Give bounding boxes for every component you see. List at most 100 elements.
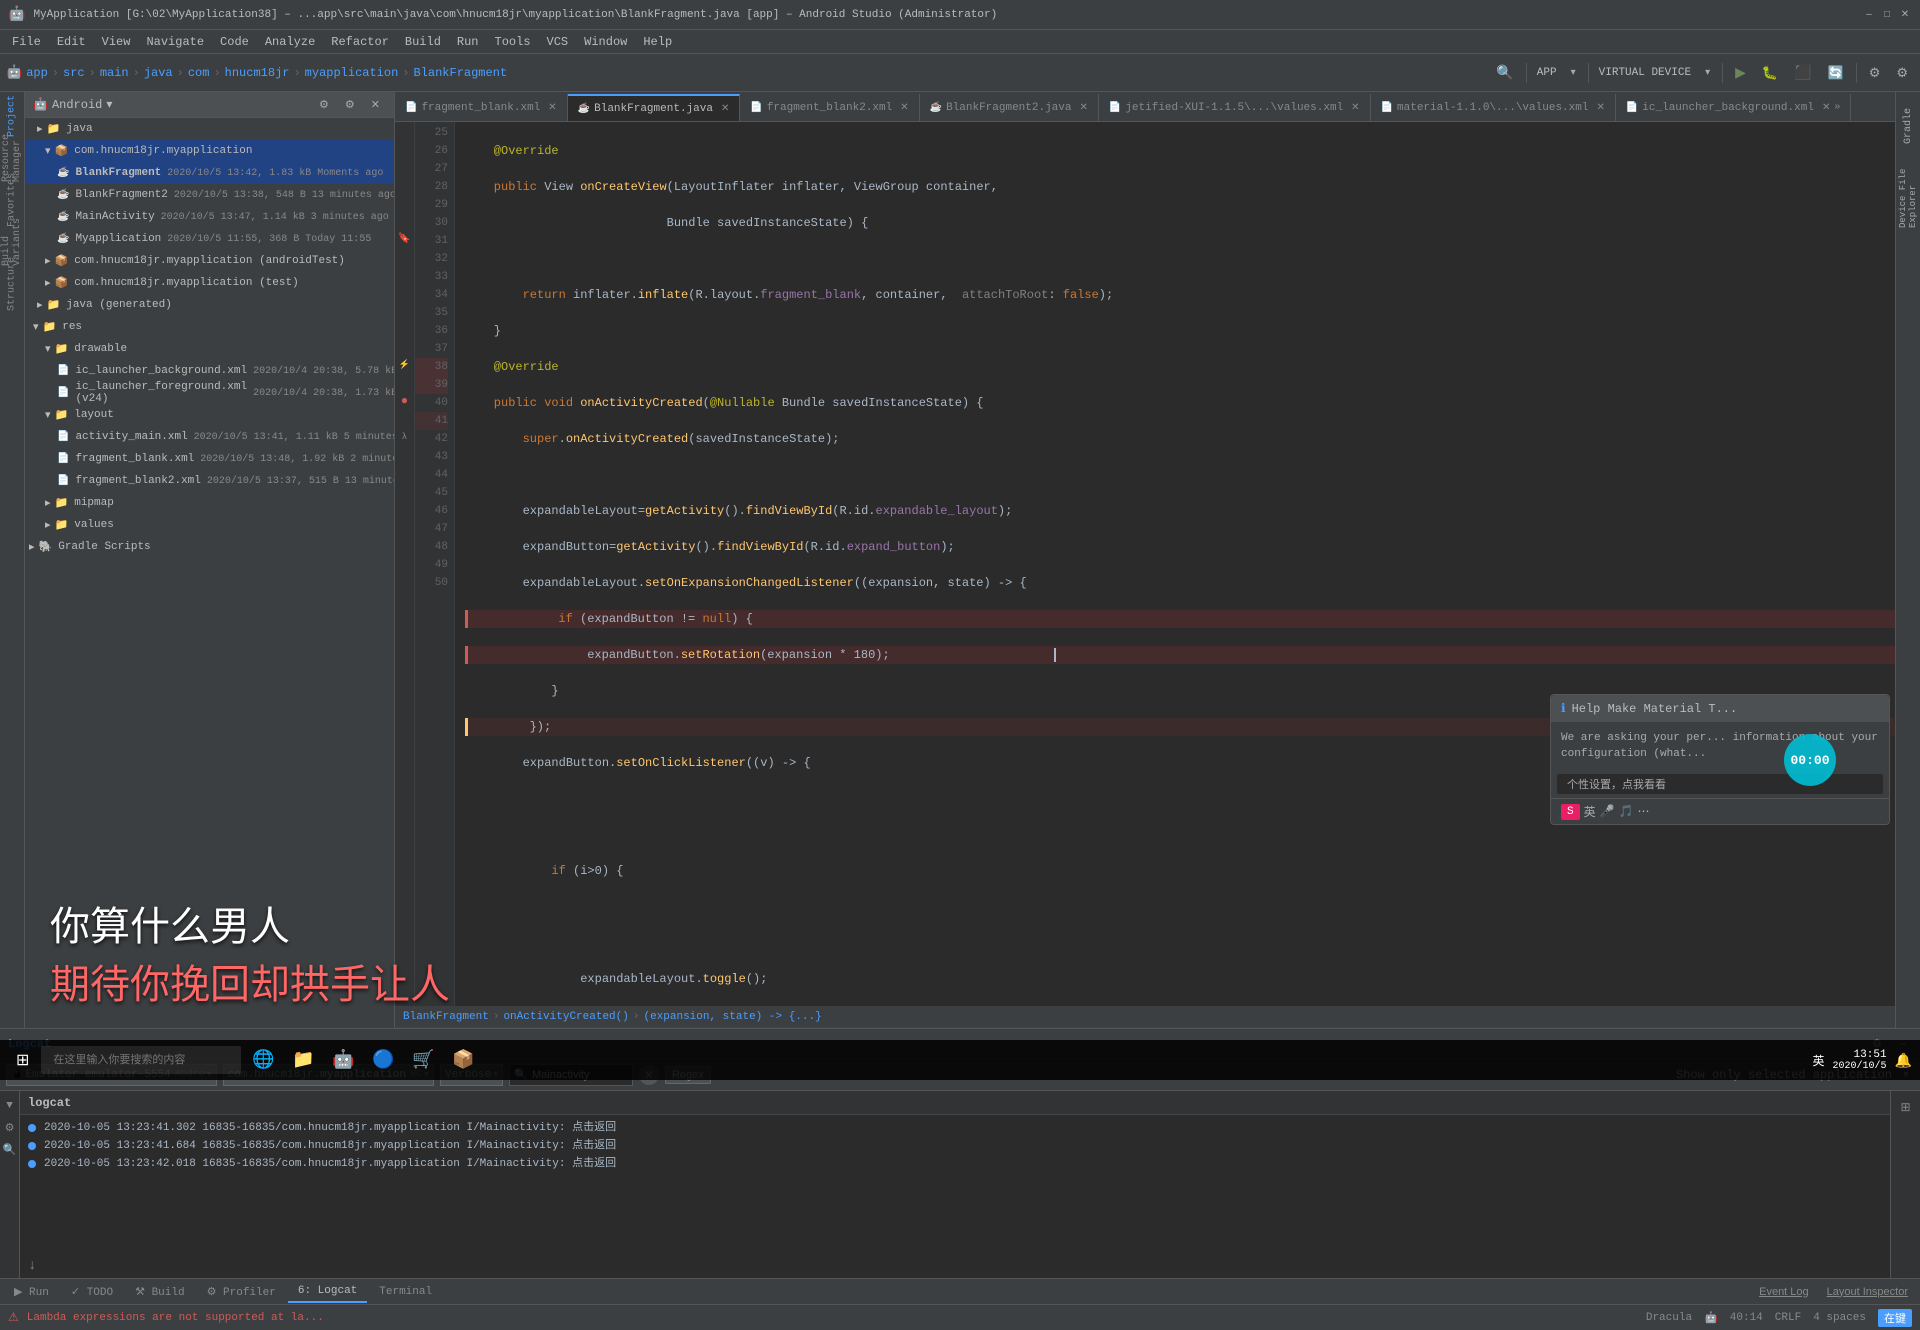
sync-button[interactable]: 🔄 (1822, 60, 1850, 86)
breadcrumb-item-src[interactable]: src (63, 66, 85, 80)
logcat-filter-icon[interactable]: 🔍 (3, 1139, 17, 1161)
close-button[interactable]: ✕ (1898, 8, 1912, 22)
tab-close5-button[interactable]: ✕ (1596, 102, 1604, 114)
android-dropdown[interactable]: 🤖 Android ▾ (33, 97, 112, 112)
menu-code[interactable]: Code (212, 33, 257, 51)
tab-close4-button[interactable]: ✕ (1351, 102, 1359, 114)
tab-logcat[interactable]: 6: Logcat (288, 1281, 367, 1303)
tree-java[interactable]: ▸ 📁 java (25, 118, 394, 140)
tab-close6-button[interactable]: ✕ (1822, 102, 1830, 114)
tab-xui-values[interactable]: 📄 jetified-XUI-1.1.5\...\values.xml ✕ (1099, 94, 1371, 121)
tree-java-generated[interactable]: ▸ 📁 java (generated) (25, 294, 394, 316)
device-file-explorer-icon[interactable]: Device File Explorer (1898, 158, 1918, 228)
menu-file[interactable]: File (4, 33, 49, 51)
tree-blankfragment2[interactable]: ☕ BlankFragment2 2020/10/5 13:38, 548 B … (25, 184, 394, 206)
breadcrumb-item-main[interactable]: main (100, 66, 129, 80)
tree-mipmap[interactable]: ▸ 📁 mipmap (25, 492, 394, 514)
tree-package-main[interactable]: ▾ 📦 com.hnucm18jr.myapplication (25, 140, 394, 162)
favorites-icon[interactable]: Favorites (2, 180, 22, 220)
action-mic-icon[interactable]: 🎤 (1600, 804, 1615, 819)
project-close-button[interactable]: ✕ (365, 92, 386, 118)
project-icon[interactable]: Project (2, 96, 22, 136)
menu-vcs[interactable]: VCS (539, 33, 577, 51)
menu-analyze[interactable]: Analyze (257, 33, 323, 51)
logcat-content[interactable]: 2020-10-05 13:23:41.302 16835-16835/com.… (20, 1115, 1890, 1254)
notifications-button[interactable]: 🔔 (1895, 1052, 1912, 1069)
tab-ic-launcher-bg[interactable]: 📄 ic_launcher_background.xml ✕ » (1616, 94, 1852, 121)
taskbar-icon-store[interactable]: 🛒 (405, 1042, 441, 1078)
stop-button[interactable]: ⬛ (1788, 60, 1817, 86)
tab-terminal[interactable]: Terminal (369, 1281, 442, 1303)
breadcrumb-item-app[interactable]: app (26, 66, 48, 80)
menu-run[interactable]: Run (449, 33, 487, 51)
tab-close2-button[interactable]: ✕ (900, 102, 908, 114)
breadcrumb-item-fragment[interactable]: BlankFragment (414, 66, 508, 80)
menu-window[interactable]: Window (576, 33, 635, 51)
menu-refactor[interactable]: Refactor (323, 33, 397, 51)
start-button[interactable]: ⊞ (8, 1046, 37, 1074)
tree-fragment-blank2[interactable]: 📄 fragment_blank2.xml 2020/10/5 13:37, 5… (25, 470, 394, 492)
tab-build[interactable]: ⚒ Build (125, 1281, 194, 1303)
tree-activity-main[interactable]: 📄 activity_main.xml 2020/10/5 13:41, 1.1… (25, 426, 394, 448)
run-button[interactable]: ▶ (1729, 60, 1752, 86)
layout-inspector-button[interactable]: Layout Inspector (1819, 1286, 1916, 1298)
tree-ic-launcher-fg[interactable]: 📄 ic_launcher_foreground.xml (v24) 2020/… (25, 382, 394, 404)
tree-gradle[interactable]: ▸ 🐘 Gradle Scripts (25, 536, 394, 558)
gradle-button[interactable]: ⚙ (1863, 60, 1887, 86)
debug-button[interactable]: 🐛 (1756, 60, 1784, 86)
action-s-icon[interactable]: S (1561, 804, 1580, 820)
tree-drawable[interactable]: ▾ 📁 drawable (25, 338, 394, 360)
tab-blankfragment-java[interactable]: ☕ BlankFragment.java ✕ (568, 94, 741, 121)
restore-button[interactable]: □ (1880, 8, 1894, 22)
menu-view[interactable]: View (94, 33, 139, 51)
tree-res[interactable]: ▾ 📁 res (25, 316, 394, 338)
taskbar-icon-chrome[interactable]: 🔵 (365, 1042, 401, 1078)
tree-fragment-blank[interactable]: 📄 fragment_blank.xml 2020/10/5 13:48, 1.… (25, 448, 394, 470)
tree-test[interactable]: ▸ 📦 com.hnucm18jr.myapplication (test) (25, 272, 394, 294)
menu-help[interactable]: Help (635, 33, 680, 51)
settings-button[interactable]: ⚙ (1890, 60, 1914, 86)
tree-blankfragment[interactable]: ☕ BlankFragment 2020/10/5 13:42, 1.83 kB… (25, 162, 394, 184)
action-lang-icon[interactable]: 英 (1584, 803, 1596, 820)
tree-myapplication[interactable]: ☕ Myapplication 2020/10/5 11:55, 368 B T… (25, 228, 394, 250)
code-content[interactable]: @Override public View onCreateView(Layou… (455, 122, 1895, 1006)
tree-ic-launcher-bg[interactable]: 📄 ic_launcher_background.xml 2020/10/4 2… (25, 360, 394, 382)
breadcrumb-item-myapp[interactable]: myapplication (305, 66, 399, 80)
gradle-side-icon[interactable]: Gradle (1903, 96, 1914, 156)
tab-profiler[interactable]: ⚙ Profiler (197, 1281, 286, 1303)
tab-material-values[interactable]: 📄 material-1.1.0\...\values.xml ✕ (1371, 94, 1616, 121)
android-dropdown-arrow[interactable]: ▾ (106, 97, 112, 112)
tab-close-button[interactable]: ✕ (548, 102, 556, 114)
tree-values[interactable]: ▸ 📁 values (25, 514, 394, 536)
logcat-settings-side-icon[interactable]: ⚙ (5, 1117, 15, 1139)
event-log-button[interactable]: Event Log (1751, 1286, 1817, 1298)
taskbar-icon-app1[interactable]: 📦 (445, 1042, 481, 1078)
tree-mainactivity[interactable]: ☕ MainActivity 2020/10/5 13:47, 1.14 kB … (25, 206, 394, 228)
tab-fragment-blank2-xml[interactable]: 📄 fragment_blank2.xml ✕ (740, 94, 919, 121)
action-more-icon[interactable]: ⋯ (1638, 804, 1650, 819)
menu-tools[interactable]: Tools (487, 33, 539, 51)
tree-layout[interactable]: ▾ 📁 layout (25, 404, 394, 426)
project-sync-button[interactable]: ⚙ (313, 92, 335, 118)
logcat-right-icon-1[interactable]: ⊞ (1894, 1095, 1918, 1119)
breadcrumb-class[interactable]: BlankFragment (403, 1011, 489, 1023)
taskbar-icon-android[interactable]: 🤖 (325, 1042, 361, 1078)
menu-navigate[interactable]: Navigate (138, 33, 212, 51)
breadcrumb-lambda[interactable]: (expansion, state) -> {...} (643, 1011, 821, 1023)
breadcrumb-item-com[interactable]: com (188, 66, 210, 80)
breadcrumb-item-java[interactable]: java (144, 66, 173, 80)
search-everywhere-button[interactable]: 🔍 (1490, 60, 1519, 86)
breadcrumb-item-hnucm[interactable]: hnucm18jr (225, 66, 290, 80)
tab-more-icon[interactable]: » (1834, 102, 1840, 113)
tab-blankfragment2-java[interactable]: ☕ BlankFragment2.java ✕ (920, 94, 1099, 121)
app-config-dropdown[interactable]: ▾ (1565, 60, 1582, 86)
virtual-device-dropdown[interactable]: ▾ (1699, 60, 1716, 86)
project-settings-button[interactable]: ⚙ (339, 92, 361, 118)
tab-todo[interactable]: ✓ TODO (61, 1281, 123, 1303)
menu-build[interactable]: Build (397, 33, 449, 51)
action-music-icon[interactable]: 🎵 (1619, 804, 1634, 819)
taskbar-icon-files[interactable]: 📁 (285, 1042, 321, 1078)
breadcrumb-method[interactable]: onActivityCreated() (503, 1011, 628, 1023)
tab-run[interactable]: ▶ Run (4, 1281, 59, 1303)
taskbar-search[interactable] (41, 1046, 241, 1074)
